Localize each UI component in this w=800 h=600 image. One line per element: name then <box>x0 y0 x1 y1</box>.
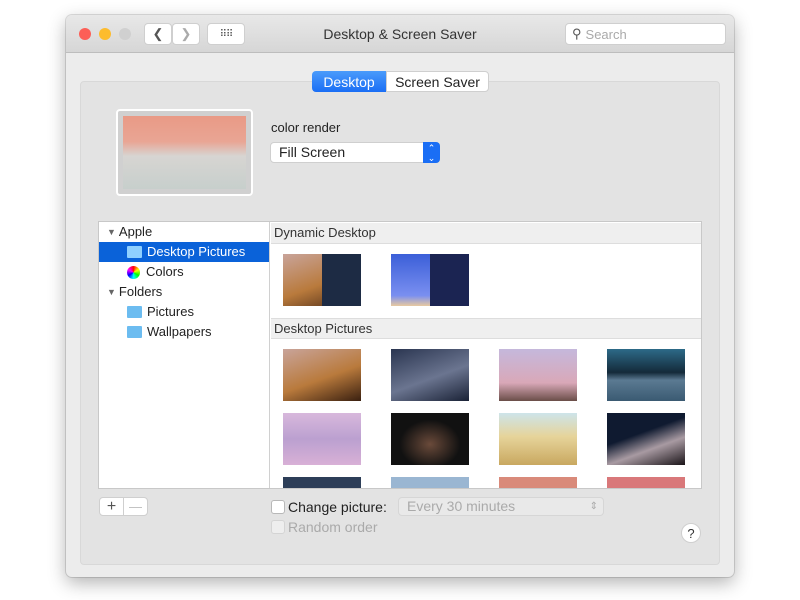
sidebar-item-desktop-pictures[interactable]: Desktop Pictures <box>99 242 269 262</box>
wallpaper-thumbnail[interactable] <box>283 254 361 306</box>
change-picture-label: Change picture: <box>288 499 387 515</box>
fit-select[interactable]: Fill Screen ⌃ ⌄ <box>270 142 440 163</box>
wallpaper-thumbnail[interactable] <box>607 413 685 465</box>
change-picture-checkbox[interactable] <box>271 500 285 514</box>
sidebar-group-apple[interactable]: ▼ Apple <box>99 222 269 242</box>
title-bar: ❮ ❯ ⠿⠿ Desktop & Screen Saver ⚲ Search <box>66 15 734 53</box>
wallpaper-thumbnail[interactable] <box>283 413 361 465</box>
tab-desktop[interactable]: Desktop <box>312 71 386 92</box>
wallpaper-thumbnail[interactable] <box>499 413 577 465</box>
add-folder-button[interactable]: + <box>99 497 124 516</box>
wallpaper-thumbnail[interactable] <box>607 477 685 488</box>
sidebar-group-folders[interactable]: ▼ Folders <box>99 282 269 302</box>
tab-screen-saver[interactable]: Screen Saver <box>386 71 489 92</box>
section-header: Dynamic Desktop <box>271 223 701 244</box>
wallpaper-thumbnail[interactable] <box>283 349 361 401</box>
current-wallpaper-preview <box>116 109 253 196</box>
folder-icon <box>127 246 142 258</box>
disclosure-triangle-icon: ▼ <box>107 287 116 297</box>
folder-icon <box>127 326 142 338</box>
help-button[interactable]: ? <box>681 523 701 543</box>
sidebar: ▼ Apple Desktop Pictures Colors ▼ Folders … <box>99 222 270 488</box>
wallpaper-name: color render <box>271 120 341 135</box>
wallpaper-grid: Dynamic Desktop Desktop Pictures <box>271 222 701 488</box>
wallpaper-thumbnail[interactable] <box>283 477 361 488</box>
wallpaper-thumbnail[interactable] <box>391 477 469 488</box>
search-icon: ⚲ <box>572 26 582 41</box>
remove-folder-button[interactable]: — <box>123 497 148 516</box>
chevron-updown-icon: ⇕ <box>589 501 598 512</box>
window: ❮ ❯ ⠿⠿ Desktop & Screen Saver ⚲ Search De… <box>66 15 734 577</box>
color-wheel-icon <box>127 265 140 279</box>
sidebar-item-colors[interactable]: Colors <box>99 262 269 282</box>
wallpaper-thumbnail[interactable] <box>391 254 469 306</box>
sidebar-item-pictures[interactable]: Pictures <box>99 302 269 322</box>
search-input[interactable]: ⚲ Search <box>565 23 726 45</box>
wallpaper-thumbnail[interactable] <box>391 349 469 401</box>
wallpaper-thumbnail[interactable] <box>499 477 577 488</box>
pictures-folder-icon <box>127 306 142 318</box>
disclosure-triangle-icon: ▼ <box>107 227 116 237</box>
wallpaper-thumbnail[interactable] <box>607 349 685 401</box>
random-order-label: Random order <box>288 519 378 535</box>
sidebar-item-wallpapers[interactable]: Wallpapers <box>99 322 269 342</box>
wallpaper-thumbnail[interactable] <box>499 349 577 401</box>
source-browser: ▼ Apple Desktop Pictures Colors ▼ Folders … <box>98 221 702 489</box>
random-order-checkbox[interactable] <box>271 520 285 534</box>
interval-select[interactable]: Every 30 minutes ⇕ <box>398 497 604 516</box>
wallpaper-thumbnail[interactable] <box>391 413 469 465</box>
section-header: Desktop Pictures <box>271 318 701 339</box>
chevron-updown-icon: ⌃ ⌄ <box>423 142 440 163</box>
